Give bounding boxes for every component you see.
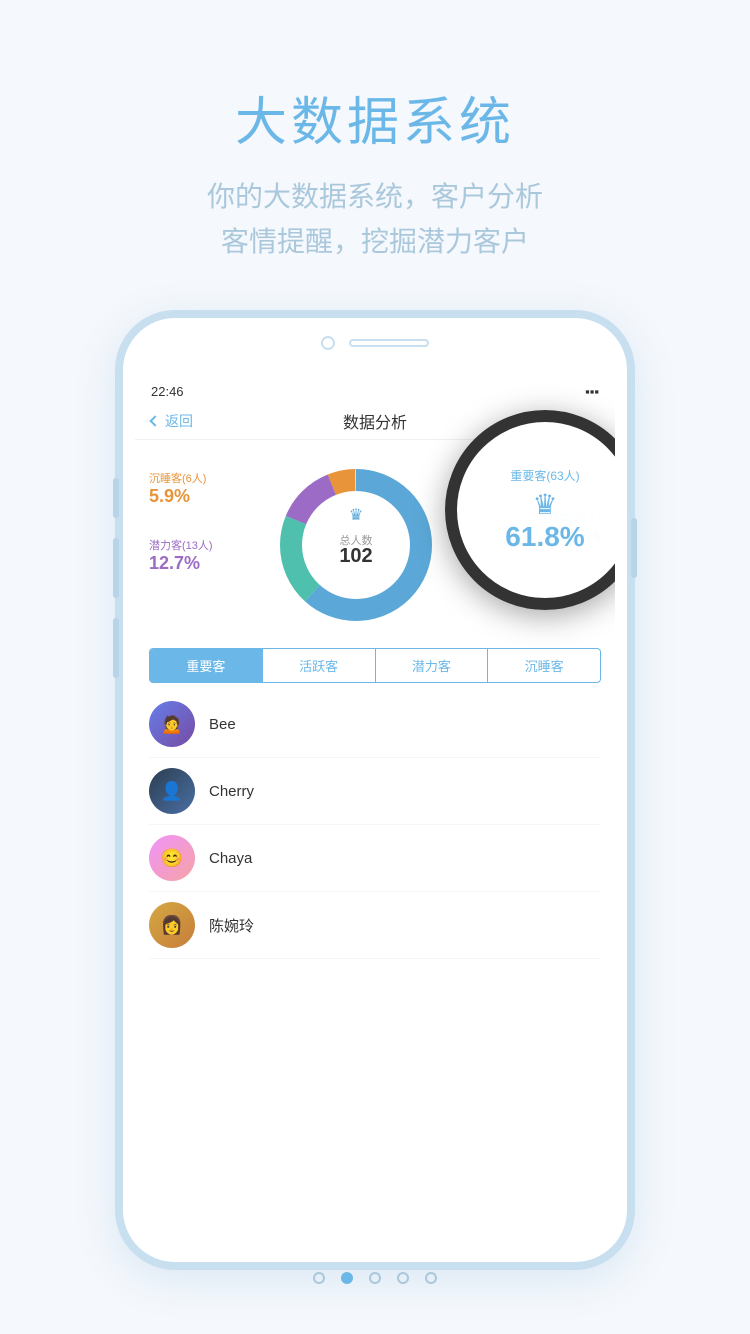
- magnifier-inner: 重要客(63人) ♛ 61.8%: [495, 457, 594, 563]
- avatar-bee: 🙍: [149, 701, 195, 747]
- potential-label-name: 潜力客(13人): [149, 537, 213, 553]
- nav-title: 数据分析: [343, 409, 407, 433]
- potential-label-pct: 12.7%: [149, 553, 213, 574]
- customer-name-chaya: Chaya: [209, 850, 252, 867]
- volume-down-button: [113, 618, 119, 678]
- avatar-chaya: 😊: [149, 835, 195, 881]
- chevron-left-icon: [149, 415, 160, 426]
- magnifier-label: 重要客(63人): [505, 467, 584, 484]
- indicator-2[interactable]: [341, 1272, 353, 1284]
- customer-name-cherry: Cherry: [209, 783, 254, 800]
- silent-button: [113, 478, 119, 518]
- volume-up-button: [113, 538, 119, 598]
- indicator-1[interactable]: [313, 1272, 325, 1284]
- customer-item-chaya[interactable]: 😊 Chaya: [149, 825, 601, 892]
- magnifier-pct: 61.8%: [505, 521, 584, 553]
- phone-top-bar: [321, 336, 429, 350]
- page-indicators: [313, 1272, 437, 1284]
- donut-svg: ♛ 总人数 102: [271, 460, 441, 630]
- customer-name-bee: Bee: [209, 716, 236, 733]
- avatar-chen: 👩: [149, 902, 195, 948]
- phone-mockup: 22:46 ▪▪▪ 返回 数据分析 沉睡客(6人) 5.9: [115, 310, 635, 1270]
- svg-text:102: 102: [339, 545, 372, 567]
- indicator-4[interactable]: [397, 1272, 409, 1284]
- tab-important[interactable]: 重要客: [150, 649, 262, 682]
- customer-name-chen: 陈婉玲: [209, 915, 254, 936]
- sleep-label-name: 沉睡客(6人): [149, 470, 213, 486]
- tab-sleep[interactable]: 沉睡客: [487, 649, 600, 682]
- left-labels: 沉睡客(6人) 5.9% 潜力客(13人) 12.7%: [149, 470, 213, 574]
- svg-text:♛: ♛: [349, 507, 363, 524]
- avatar-cherry: 👤: [149, 768, 195, 814]
- tab-potential[interactable]: 潜力客: [375, 649, 488, 682]
- phone-outer: 22:46 ▪▪▪ 返回 数据分析 沉睡客(6人) 5.9: [115, 310, 635, 1270]
- camera-dot: [321, 336, 335, 350]
- power-button: [631, 518, 637, 578]
- donut-chart: ♛ 总人数 102: [271, 460, 441, 630]
- speaker-bar: [349, 339, 429, 347]
- crown-icon: ♛: [505, 488, 584, 521]
- header-section: 大数据系统 你的大数据系统，客户分析 客情提醒，挖掘潜力客户: [0, 0, 750, 305]
- status-bar: 22:46 ▪▪▪: [135, 378, 615, 403]
- label-sleep: 沉睡客(6人) 5.9%: [149, 470, 213, 507]
- phone-screen: 22:46 ▪▪▪ 返回 数据分析 沉睡客(6人) 5.9: [135, 378, 615, 1202]
- status-icons: ▪▪▪: [585, 384, 599, 399]
- indicator-3[interactable]: [369, 1272, 381, 1284]
- sleep-label-pct: 5.9%: [149, 486, 213, 507]
- customer-list: 🙍 Bee 👤 Cherry 😊 Chaya 👩 陈婉玲: [135, 691, 615, 959]
- tab-bar: 重要客 活跃客 潜力客 沉睡客: [149, 648, 601, 683]
- chart-container: 沉睡客(6人) 5.9% 潜力客(13人) 12.7%: [135, 440, 615, 640]
- status-time: 22:46: [151, 384, 184, 399]
- subtitle: 你的大数据系统，客户分析 客情提醒，挖掘潜力客户: [0, 175, 750, 265]
- indicator-5[interactable]: [425, 1272, 437, 1284]
- back-button[interactable]: 返回: [151, 411, 193, 431]
- customer-item-cherry[interactable]: 👤 Cherry: [149, 758, 601, 825]
- customer-item-bee[interactable]: 🙍 Bee: [149, 691, 601, 758]
- label-potential: 潜力客(13人) 12.7%: [149, 537, 213, 574]
- customer-item-chen[interactable]: 👩 陈婉玲: [149, 892, 601, 959]
- main-title: 大数据系统: [0, 80, 750, 155]
- tab-active[interactable]: 活跃客: [262, 649, 375, 682]
